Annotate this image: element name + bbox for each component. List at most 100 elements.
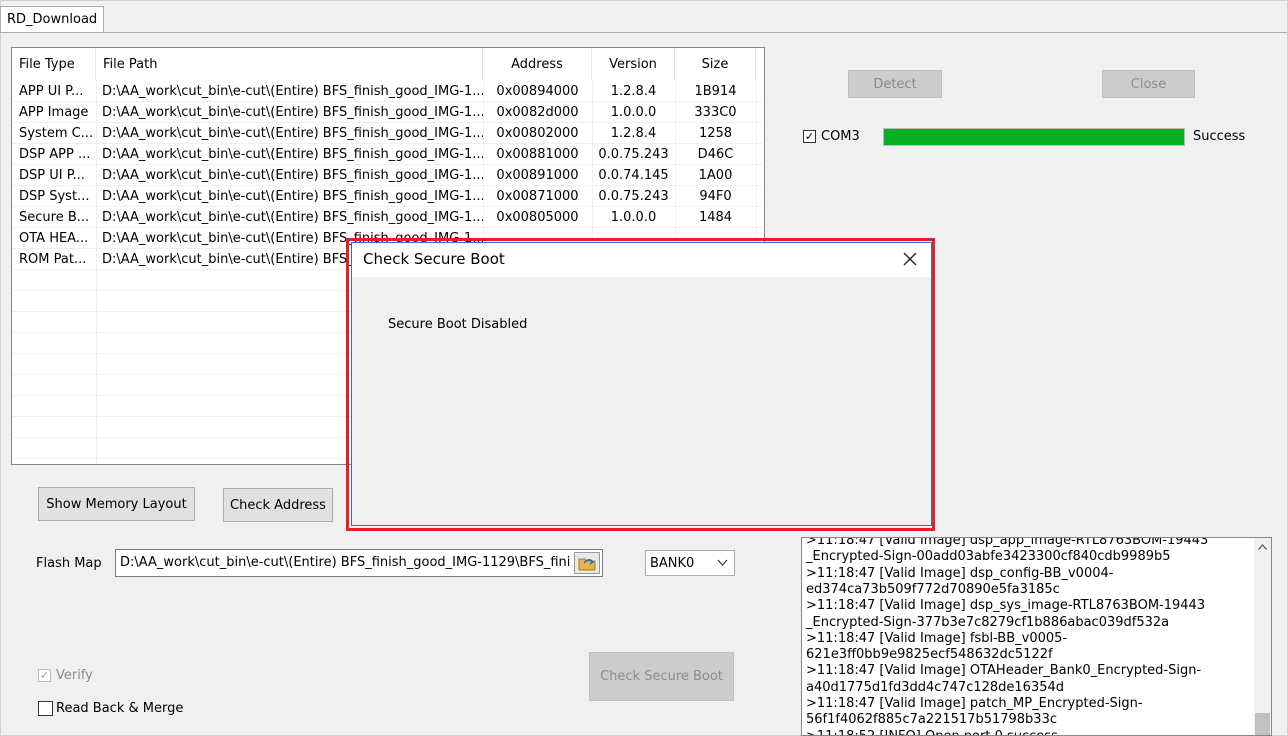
table-row[interactable]: DSP APP ... D:\AA_work\cut_bin\e-cut\(Ent… [12, 144, 758, 165]
bank-select-value: BANK0 [650, 556, 695, 571]
table-cell-type: APP UI P... [19, 84, 84, 99]
table-cell-version: 0.0.75.243 [598, 147, 669, 162]
log-line: >11:18:47 [Valid Image] OTAHeader_Bank0_… [806, 663, 1202, 679]
table-row[interactable]: APP UI P... D:\AA_work\cut_bin\e-cut\(Ent… [12, 81, 758, 102]
read-back-merge-label: Read Back & Merge [56, 701, 184, 716]
table-cell-type: ROM Pat... [19, 252, 87, 267]
table-cell-version: 1.0.0.0 [610, 105, 657, 120]
log-line: >11:18:47 [Valid Image] dsp_app_image-RT… [806, 537, 1209, 548]
table-cell-path: D:\AA_work\cut_bin\e-cut\(Entire) BFS_fi… [102, 84, 483, 99]
close-button[interactable]: Close [1102, 70, 1195, 98]
log-scroll-thumb[interactable] [1255, 713, 1270, 735]
column-header-size[interactable]: Size [675, 48, 756, 80]
column-header-file-path[interactable]: File Path [96, 48, 483, 80]
table-cell-address: 0x00871000 [496, 189, 579, 204]
table-cell-path: D:\AA_work\cut_bin\e-cut\(Entire) BFS_fi… [102, 189, 483, 204]
table-row[interactable]: APP Image D:\AA_work\cut_bin\e-cut\(Entir… [12, 102, 758, 123]
tab-panel-border [0, 32, 1287, 33]
table-cell-path: D:\AA_work\cut_bin\e-cut\(Entire) BFS_fi… [102, 105, 483, 120]
table-row[interactable]: DSP UI P... D:\AA_work\cut_bin\e-cut\(Ent… [12, 165, 758, 186]
table-cell-path: D:\AA_work\cut_bin\e-cut\(Entire) BFS_fi… [102, 168, 483, 183]
table-cell-size: 1B914 [694, 84, 737, 99]
log-line: >11:18:47 [Valid Image] dsp_sys_image-RT… [806, 598, 1206, 614]
grid-line [12, 122, 762, 123]
checkmark-icon: ✓ [39, 669, 50, 682]
check-address-button[interactable]: Check Address [223, 488, 333, 522]
table-cell-type: DSP UI P... [19, 168, 85, 183]
log-line: _Encrypted-Sign-00add03abfe3423300cf840c… [806, 549, 1171, 565]
table-cell-path: D:\AA_work\cut_bin\e-cut\(Entire) BFS_fi… [102, 147, 483, 162]
browse-folder-button[interactable] [574, 552, 600, 574]
table-cell-version: 1.2.8.4 [610, 84, 657, 99]
log-line: >11:18:47 [Valid Image] dsp_config-BB_v0… [806, 565, 1114, 581]
table-cell-type: System C... [19, 126, 94, 141]
log-line: ed374ca73b509f772d70890e5fa3185c [806, 581, 1060, 597]
com3-progress-bar [883, 128, 1185, 146]
column-header-address[interactable]: Address [483, 48, 592, 80]
table-cell-size: 333C0 [694, 105, 737, 120]
table-cell-path: D:\AA_work\cut_bin\e-cut\(Entire) BFS_fi… [102, 126, 483, 141]
read-back-merge-checkbox[interactable] [38, 701, 53, 716]
table-cell-type: Secure B... [19, 210, 90, 225]
table-cell-address: 0x00805000 [496, 210, 579, 225]
table-cell-type: APP Image [19, 105, 89, 120]
log-line: 56f1f4062f885c7a221517b51798b33c [806, 712, 1057, 728]
log-scrollbar[interactable] [1254, 538, 1271, 735]
table-cell-address: 0x0082d000 [496, 105, 579, 120]
bank-select[interactable]: BANK0 [645, 550, 735, 576]
table-cell-size: 94F0 [699, 189, 732, 204]
log-line: >11:18:47 [Valid Image] fsbl-BB_v0005- [806, 630, 1068, 646]
table-row[interactable]: DSP Syst... D:\AA_work\cut_bin\e-cut\(Ent… [12, 186, 758, 207]
folder-icon [578, 558, 596, 571]
log-line: >11:18:47 [Valid Image] patch_MP_Encrypt… [806, 696, 1143, 711]
log-line: _Encrypted-Sign-377b3e7c8279cf1b886abac0… [806, 614, 1170, 630]
check-secure-boot-button[interactable]: Check Secure Boot [589, 652, 734, 701]
table-cell-address: 0x00802000 [496, 126, 579, 141]
chevron-down-icon [717, 559, 728, 566]
table-row[interactable]: Secure B... D:\AA_work\cut_bin\e-cut\(Ent… [12, 207, 758, 228]
checkmark-icon: ✓ [804, 130, 815, 143]
detect-button[interactable]: Detect [848, 70, 942, 98]
com3-label: COM3 [821, 129, 860, 144]
verify-checkbox[interactable]: ✓ [38, 669, 51, 682]
table-cell-type: DSP APP ... [19, 147, 91, 162]
table-cell-path: D:\AA_work\cut_bin\e-cut\(Entire) BFS_fi… [102, 210, 483, 225]
table-cell-version: 1.2.8.4 [610, 126, 657, 141]
table-cell-size: 1484 [698, 210, 733, 225]
table-cell-version: 0.0.75.243 [598, 189, 669, 204]
file-list-header: File Type File Path Address Version Size [12, 48, 758, 80]
log-line: >11:18:52 [INFO] Open port 0 success [806, 729, 1058, 735]
grid-line [12, 164, 762, 165]
flash-map-path-text: D:\AA_work\cut_bin\e-cut\(Entire) BFS_fi… [120, 555, 570, 570]
grid-line [12, 206, 762, 207]
grid-line [12, 227, 762, 228]
table-cell-address: 0x00891000 [496, 168, 579, 183]
show-memory-layout-button[interactable]: Show Memory Layout [38, 487, 195, 521]
grid-line [96, 80, 97, 464]
table-cell-version: 0.0.74.145 [598, 168, 669, 183]
table-cell-type: DSP Syst... [19, 189, 90, 204]
column-header-file-type[interactable]: File Type [12, 48, 96, 80]
highlight-box [346, 238, 935, 531]
log-panel[interactable]: >11:18:47 [Valid Image] dsp_app_image-RT… [801, 537, 1272, 736]
table-cell-size: 1A00 [698, 168, 733, 183]
flash-map-label: Flash Map [36, 556, 102, 571]
progress-fill [884, 129, 1184, 145]
table-cell-version: 1.0.0.0 [610, 210, 657, 225]
tab-rd-download[interactable]: RD_Download [0, 6, 105, 33]
grid-line [12, 101, 762, 102]
grid-line [12, 143, 762, 144]
log-line: 621e3ff0bb9e9825ecf548632dc5122f [806, 647, 1053, 663]
table-cell-type: OTA HEA... [19, 231, 89, 246]
flash-map-path-field[interactable]: D:\AA_work\cut_bin\e-cut\(Entire) BFS_fi… [115, 549, 603, 577]
grid-line [12, 185, 762, 186]
com3-status: Success [1193, 129, 1246, 144]
scroll-up-icon[interactable] [1258, 544, 1267, 550]
log-line: a40d1775d1fd3dd4c747c128de16354d [806, 679, 1065, 695]
table-cell-size: 1258 [698, 126, 733, 141]
column-header-version[interactable]: Version [592, 48, 675, 80]
table-row[interactable]: System C... D:\AA_work\cut_bin\e-cut\(Ent… [12, 123, 758, 144]
table-cell-address: 0x00894000 [496, 84, 579, 99]
table-cell-address: 0x00881000 [496, 147, 579, 162]
com3-checkbox[interactable]: ✓ [803, 130, 816, 143]
